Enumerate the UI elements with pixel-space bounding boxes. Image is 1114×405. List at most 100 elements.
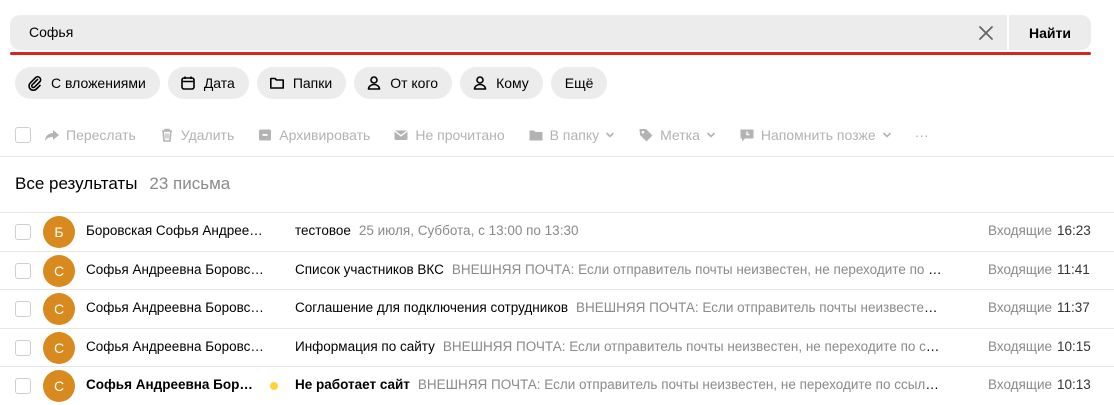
paperclip-icon: [27, 75, 43, 91]
filter-folders[interactable]: Папки: [256, 67, 347, 99]
select-all-checkbox[interactable]: [15, 127, 31, 143]
trash-icon: [159, 127, 175, 143]
label-button[interactable]: Метка: [638, 127, 716, 143]
message-toolbar: Переслать Удалить Архивировать Не прочит…: [15, 124, 952, 146]
message-sender: Боровская Софья Андреевна: [86, 223, 264, 238]
more-actions-label: ···: [914, 127, 929, 143]
reminder-icon: [739, 127, 755, 143]
mark-unread-label: Не прочитано: [415, 127, 505, 143]
chip-label: Дата: [203, 75, 235, 91]
results-count: 23 письма: [149, 174, 231, 193]
message-row[interactable]: С Софья Андреевна Боровская Список участ…: [0, 252, 1114, 290]
message-snippet: 25 июля, Суббота, с 13:00 по 13:30: [358, 223, 579, 238]
calendar-icon: [180, 75, 196, 91]
message-folder: Входящие: [988, 377, 1053, 392]
message-checkbox[interactable]: [15, 378, 31, 394]
message-preview: Информация по сайту ВНЕШНЯЯ ПОЧТА: Если о…: [295, 339, 943, 354]
label-label: Метка: [660, 127, 700, 143]
message-snippet: ВНЕШНЯЯ ПОЧТА: Если отправитель почты не…: [576, 300, 943, 315]
tag-icon: [638, 127, 654, 143]
message-checkbox[interactable]: [15, 224, 31, 240]
message-checkbox[interactable]: [15, 301, 31, 317]
chevron-down-icon: [706, 130, 716, 140]
archive-icon: [257, 127, 273, 143]
message-sender: Софья Андреевна Боровская: [86, 338, 264, 354]
message-subject: тестовое: [295, 223, 351, 238]
message-time: 10:13: [1057, 377, 1091, 392]
message-subject: Соглашение для подключения сотрудников: [295, 300, 569, 315]
message-row[interactable]: С Софья Андреевна Боровская Информация п…: [0, 329, 1114, 367]
message-preview: тестовое 25 июля, Суббота, с 13:00 по 13:…: [295, 223, 943, 238]
message-time: 16:23: [1057, 223, 1091, 238]
message-preview: Соглашение для подключения сотрудников ВН…: [295, 300, 943, 315]
filter-from[interactable]: От кого: [354, 67, 453, 99]
chip-label: Папки: [292, 75, 333, 91]
search-button[interactable]: Найти: [1009, 15, 1091, 50]
message-list: Б Боровская Софья Андреевна тестовое 25 и…: [0, 213, 1114, 405]
more-actions-button[interactable]: ···: [915, 127, 929, 143]
chip-label: Ещё: [564, 75, 594, 91]
search-input[interactable]: [29, 24, 929, 40]
message-row[interactable]: С Софья Андреевна Боровская Не работает …: [0, 367, 1114, 405]
results-header: Все результаты 23 письма: [15, 174, 230, 194]
close-icon[interactable]: [976, 23, 996, 43]
chip-label: С вложениями: [51, 75, 146, 91]
message-snippet: ВНЕШНЯЯ ПОЧТА: Если отправитель почты не…: [417, 377, 943, 392]
delete-label: Удалить: [180, 127, 235, 143]
person-icon: [366, 75, 382, 91]
message-preview: Не работает сайт ВНЕШНЯЯ ПОЧТА: Если отпр…: [295, 377, 943, 392]
message-subject: Список участников ВКС: [295, 261, 444, 277]
envelope-icon: [393, 127, 409, 143]
person-icon: [472, 75, 488, 91]
archive-button[interactable]: Архивировать: [257, 127, 370, 143]
message-preview: Список участников ВКС ВНЕШНЯЯ ПОЧТА: Если…: [295, 262, 943, 277]
folder-icon: [528, 127, 544, 143]
message-sender: Софья Андреевна Боровская: [86, 377, 258, 392]
message-time: 11:41: [1057, 261, 1090, 277]
message-checkbox[interactable]: [15, 262, 31, 279]
avatar: С: [43, 293, 75, 325]
chip-label: Кому: [496, 75, 529, 91]
toolbar-divider: [0, 156, 1114, 157]
search-field[interactable]: [10, 15, 1007, 50]
search-underline: [10, 52, 1091, 55]
avatar: Б: [43, 216, 75, 248]
filter-to[interactable]: Кому: [460, 67, 543, 99]
remind-later-label: Напомнить позже: [760, 127, 876, 143]
filter-bar: С вложениями Дата Папки От кого Кому Ещё: [15, 67, 608, 99]
filter-more[interactable]: Ещё: [550, 67, 608, 99]
avatar: С: [43, 331, 75, 364]
mark-unread-button[interactable]: Не прочитано: [393, 127, 505, 143]
message-folder: Входящие: [988, 223, 1053, 238]
message-subject: Не работает сайт: [295, 377, 410, 392]
message-sender: Софья Андреевна Боровская: [86, 261, 264, 277]
forward-label: Переслать: [66, 127, 136, 143]
message-subject: Информация по сайту: [295, 338, 435, 354]
message-folder: Входящие: [988, 261, 1053, 277]
chevron-down-icon: [882, 130, 892, 140]
search-bar: Найти: [10, 15, 1091, 55]
remind-later-button[interactable]: Напомнить позже: [739, 127, 892, 143]
filter-attachments[interactable]: С вложениями: [15, 67, 160, 99]
message-time: 10:15: [1057, 338, 1091, 354]
chevron-down-icon: [605, 130, 615, 140]
unread-indicator[interactable]: [270, 382, 278, 390]
move-to-folder-button[interactable]: В папку: [528, 127, 615, 143]
message-folder: Входящие: [988, 300, 1053, 315]
message-time: 11:37: [1057, 300, 1090, 315]
message-folder: Входящие: [988, 338, 1053, 354]
folder-icon: [269, 75, 285, 91]
filter-date[interactable]: Дата: [167, 67, 249, 99]
message-checkbox[interactable]: [15, 339, 31, 356]
message-sender: Софья Андреевна Боровская: [86, 300, 264, 315]
chip-label: От кого: [390, 75, 439, 91]
forward-icon: [44, 127, 60, 143]
avatar: С: [43, 254, 75, 287]
avatar: С: [43, 370, 75, 402]
message-row[interactable]: С Софья Андреевна Боровская Соглашение д…: [0, 290, 1114, 329]
message-snippet: ВНЕШНЯЯ ПОЧТА: Если отправитель почты не…: [442, 338, 943, 354]
forward-button[interactable]: Переслать: [44, 127, 136, 143]
delete-button[interactable]: Удалить: [159, 127, 234, 143]
message-row[interactable]: Б Боровская Софья Андреевна тестовое 25 и…: [0, 213, 1114, 252]
message-snippet: ВНЕШНЯЯ ПОЧТА: Если отправитель почты не…: [451, 261, 943, 277]
